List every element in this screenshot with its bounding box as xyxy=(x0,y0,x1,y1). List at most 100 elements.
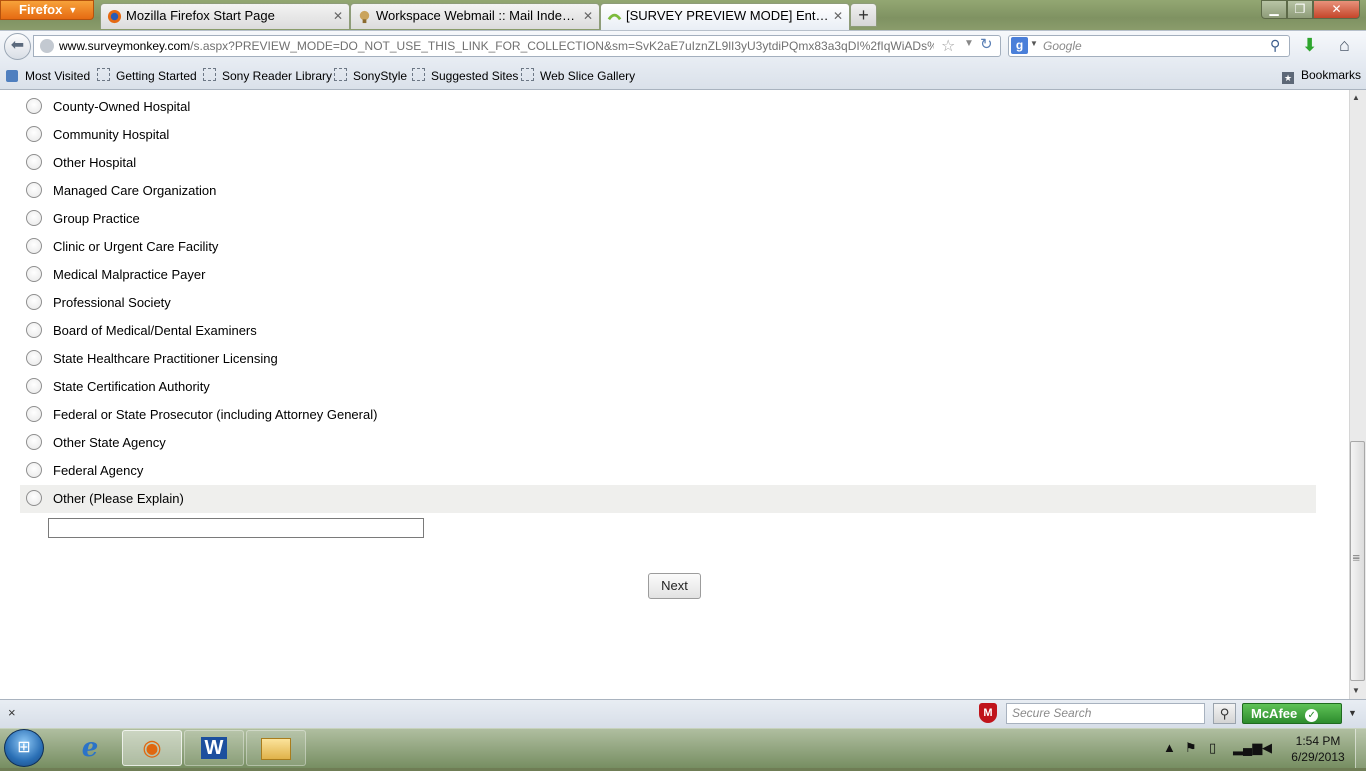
system-clock[interactable]: 1:54 PM 6/29/2013 xyxy=(1290,733,1346,765)
reload-icon[interactable]: ↻ xyxy=(980,35,993,53)
option-label[interactable]: Board of Medical/Dental Examiners xyxy=(53,323,257,339)
option-row[interactable]: Clinic or Urgent Care Facility xyxy=(20,233,1316,261)
option-row[interactable]: Group Practice xyxy=(20,205,1316,233)
internet-explorer-icon[interactable]: e xyxy=(60,730,120,766)
radio-button[interactable] xyxy=(26,266,42,282)
option-row[interactable]: County-Owned Hospital xyxy=(20,93,1316,121)
search-icon: ⚲ xyxy=(1219,706,1230,721)
option-label[interactable]: County-Owned Hospital xyxy=(53,99,190,115)
url-history-dropdown-icon[interactable]: ▼ xyxy=(964,38,974,49)
option-label[interactable]: Managed Care Organization xyxy=(53,183,216,199)
radio-button[interactable] xyxy=(26,294,42,310)
search-icon[interactable]: ⚲ xyxy=(1270,37,1280,54)
option-label[interactable]: Medical Malpractice Payer xyxy=(53,267,205,283)
tab-webmail[interactable]: Workspace Webmail :: Mail Index :: H... … xyxy=(350,3,600,29)
option-row[interactable]: Federal Agency xyxy=(20,457,1316,485)
radio-button[interactable] xyxy=(26,154,42,170)
option-row[interactable]: Professional Society xyxy=(20,289,1316,317)
radio-button[interactable] xyxy=(26,434,42,450)
option-label[interactable]: Group Practice xyxy=(53,211,140,227)
scroll-up-arrow-icon[interactable]: ▲ xyxy=(1352,93,1360,102)
show-hidden-icons-icon[interactable]: ▲ xyxy=(1163,740,1176,755)
option-row[interactable]: Federal or State Prosecutor (including A… xyxy=(20,401,1316,429)
secure-search-input[interactable]: Secure Search xyxy=(1006,703,1205,724)
close-tab-icon[interactable]: ✕ xyxy=(333,4,343,28)
device-icon[interactable]: ▯ xyxy=(1209,740,1216,756)
engine-dropdown-icon[interactable]: ▼ xyxy=(1030,39,1038,48)
scroll-down-arrow-icon[interactable]: ▼ xyxy=(1352,686,1360,695)
bookmarks-menu-button[interactable]: ★ Bookmarks xyxy=(1282,68,1361,84)
url-text[interactable]: www.surveymonkey.com/s.aspx?PREVIEW_MODE… xyxy=(59,38,934,54)
close-tab-icon[interactable]: ✕ xyxy=(583,4,593,28)
option-label[interactable]: Other State Agency xyxy=(53,435,166,451)
radio-button[interactable] xyxy=(26,322,42,338)
option-row[interactable]: Board of Medical/Dental Examiners xyxy=(20,317,1316,345)
firefox-menu-button[interactable]: Firefox ▼ xyxy=(0,0,94,20)
tab-survey-preview[interactable]: [SURVEY PREVIEW MODE] Entity Surv... ✕ xyxy=(600,3,850,30)
maximize-button[interactable]: ❐ xyxy=(1287,0,1313,19)
option-label[interactable]: Other Hospital xyxy=(53,155,136,171)
option-row[interactable]: State Healthcare Practitioner Licensing xyxy=(20,345,1316,373)
site-identity-icon[interactable] xyxy=(40,39,54,53)
option-row-other[interactable]: Other (Please Explain) xyxy=(20,485,1316,513)
other-explain-input[interactable] xyxy=(48,518,424,538)
option-label[interactable]: Other (Please Explain) xyxy=(53,491,184,507)
network-signal-icon[interactable]: ▂▄▆ xyxy=(1233,740,1262,756)
action-center-flag-icon[interactable]: ⚑ xyxy=(1185,740,1197,756)
search-placeholder: Google xyxy=(1043,39,1082,53)
volume-icon[interactable]: ◀ xyxy=(1262,740,1272,756)
radio-button[interactable] xyxy=(26,98,42,114)
close-window-button[interactable]: ✕ xyxy=(1313,0,1360,19)
bookmark-star-icon[interactable]: ☆ xyxy=(941,36,955,56)
radio-button[interactable] xyxy=(26,182,42,198)
close-addon-bar-icon[interactable]: × xyxy=(8,705,16,720)
show-desktop-button[interactable] xyxy=(1355,729,1366,768)
back-button[interactable]: ⬅ xyxy=(4,33,31,60)
bookmark-page-icon xyxy=(334,68,347,81)
radio-button[interactable] xyxy=(26,350,42,366)
option-label[interactable]: State Certification Authority xyxy=(53,379,210,395)
option-row[interactable]: State Certification Authority xyxy=(20,373,1316,401)
option-label[interactable]: State Healthcare Practitioner Licensing xyxy=(53,351,278,367)
radio-button[interactable] xyxy=(26,490,42,506)
radio-button[interactable] xyxy=(26,238,42,254)
google-engine-icon[interactable]: g xyxy=(1011,37,1028,54)
option-row[interactable]: Other Hospital xyxy=(20,149,1316,177)
radio-button[interactable] xyxy=(26,378,42,394)
home-icon[interactable]: ⌂ xyxy=(1339,35,1350,56)
option-label[interactable]: Professional Society xyxy=(53,295,171,311)
next-button[interactable]: Next xyxy=(648,573,701,599)
tab-firefox-start[interactable]: Mozilla Firefox Start Page ✕ xyxy=(100,3,350,29)
bookmark-web-slice-gallery[interactable]: Web Slice Gallery xyxy=(521,68,635,84)
option-label[interactable]: Federal Agency xyxy=(53,463,143,479)
new-tab-button[interactable]: + xyxy=(850,3,877,27)
bookmark-most-visited[interactable]: Most Visited xyxy=(6,68,90,84)
word-taskbar-button[interactable]: W xyxy=(184,730,244,766)
option-row[interactable]: Community Hospital xyxy=(20,121,1316,149)
explorer-taskbar-button[interactable] xyxy=(246,730,306,766)
radio-button[interactable] xyxy=(26,406,42,422)
minimize-button[interactable]: ▁ xyxy=(1261,0,1287,19)
option-row[interactable]: Managed Care Organization xyxy=(20,177,1316,205)
mcafee-dropdown-icon[interactable]: ▼ xyxy=(1348,708,1357,718)
option-label[interactable]: Community Hospital xyxy=(53,127,169,143)
tab-label: Mozilla Firefox Start Page xyxy=(126,8,275,23)
bookmark-sonystyle[interactable]: SonyStyle xyxy=(334,68,407,84)
radio-button[interactable] xyxy=(26,210,42,226)
option-label[interactable]: Clinic or Urgent Care Facility xyxy=(53,239,218,255)
close-tab-icon[interactable]: ✕ xyxy=(833,4,843,28)
mcafee-shield-icon[interactable]: M xyxy=(979,703,997,723)
bookmark-suggested-sites[interactable]: Suggested Sites xyxy=(412,68,518,84)
download-icon[interactable]: ⬇ xyxy=(1302,35,1317,56)
firefox-taskbar-button[interactable]: ◉ xyxy=(122,730,182,766)
option-label[interactable]: Federal or State Prosecutor (including A… xyxy=(53,407,377,423)
radio-button[interactable] xyxy=(26,126,42,142)
start-button[interactable]: ⊞ xyxy=(4,729,44,767)
radio-button[interactable] xyxy=(26,462,42,478)
mcafee-button[interactable]: McAfee ✓ xyxy=(1242,703,1342,724)
option-row[interactable]: Other State Agency xyxy=(20,429,1316,457)
bookmark-getting-started[interactable]: Getting Started xyxy=(97,68,197,84)
bookmark-sony-reader-library[interactable]: Sony Reader Library xyxy=(203,68,332,84)
secure-search-button[interactable]: ⚲ xyxy=(1213,703,1236,724)
option-row[interactable]: Medical Malpractice Payer xyxy=(20,261,1316,289)
